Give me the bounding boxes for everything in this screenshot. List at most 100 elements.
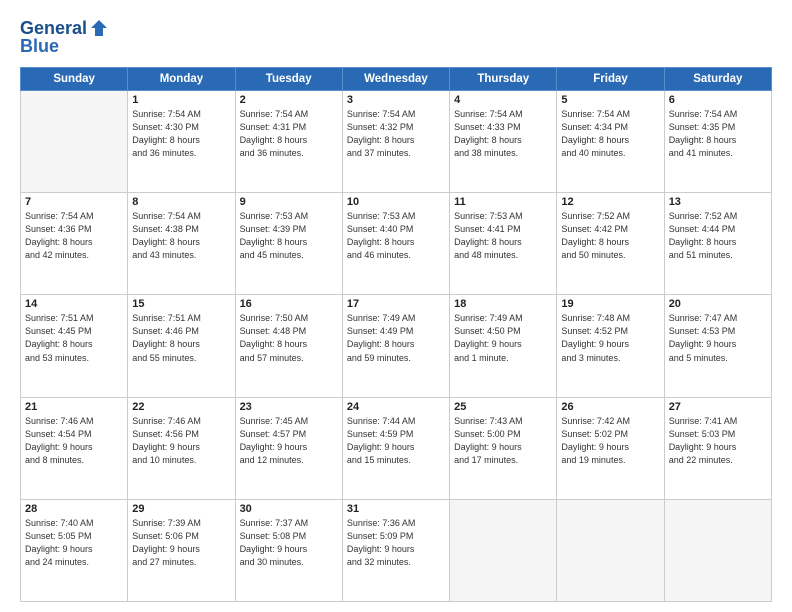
day-info: Sunrise: 7:42 AMSunset: 5:02 PMDaylight:… [561, 415, 659, 467]
day-cell: 18Sunrise: 7:49 AMSunset: 4:50 PMDayligh… [450, 295, 557, 397]
day-info: Sunrise: 7:36 AMSunset: 5:09 PMDaylight:… [347, 517, 445, 569]
day-number: 5 [561, 94, 659, 106]
header: General Blue [20, 18, 772, 57]
day-info: Sunrise: 7:40 AMSunset: 5:05 PMDaylight:… [25, 517, 123, 569]
day-info: Sunrise: 7:51 AMSunset: 4:45 PMDaylight:… [25, 312, 123, 364]
day-cell: 31 Sunrise: 7:36 AMSunset: 5:09 PMDayligh… [342, 499, 449, 601]
day-cell: 4 Sunrise: 7:54 AMSunset: 4:33 PMDaylight… [450, 91, 557, 193]
day-info: Sunrise: 7:43 AMSunset: 5:00 PMDaylight:… [454, 415, 552, 467]
day-number: 10 [347, 196, 445, 208]
day-info: Sunrise: 7:52 AMSunset: 4:42 PMDaylight:… [561, 210, 659, 262]
day-number: 30 [240, 503, 338, 515]
day-cell: 13 Sunrise: 7:52 AMSunset: 4:44 PMDayligh… [664, 193, 771, 295]
day-number: 3 [347, 94, 445, 106]
day-cell: 20Sunrise: 7:47 AMSunset: 4:53 PMDayligh… [664, 295, 771, 397]
day-cell: 29 Sunrise: 7:39 AMSunset: 5:06 PMDayligh… [128, 499, 235, 601]
day-number: 11 [454, 196, 552, 208]
day-cell: 6Sunrise: 7:54 AMSunset: 4:35 PMDaylight… [664, 91, 771, 193]
day-cell: 28 Sunrise: 7:40 AMSunset: 5:05 PMDayligh… [21, 499, 128, 601]
day-number: 12 [561, 196, 659, 208]
day-cell: 23 Sunrise: 7:45 AMSunset: 4:57 PMDayligh… [235, 397, 342, 499]
day-cell: 1Sunrise: 7:54 AMSunset: 4:30 PMDaylight… [128, 91, 235, 193]
day-info: Sunrise: 7:46 AMSunset: 4:56 PMDaylight:… [132, 415, 230, 467]
weekday-header-tuesday: Tuesday [235, 68, 342, 91]
day-info: Sunrise: 7:39 AMSunset: 5:06 PMDaylight:… [132, 517, 230, 569]
day-info: Sunrise: 7:54 AMSunset: 4:36 PMDaylight:… [25, 210, 123, 262]
day-cell: 12 Sunrise: 7:52 AMSunset: 4:42 PMDayligh… [557, 193, 664, 295]
day-cell: 15 Sunrise: 7:51 AMSunset: 4:46 PMDayligh… [128, 295, 235, 397]
day-info: Sunrise: 7:45 AMSunset: 4:57 PMDaylight:… [240, 415, 338, 467]
logo-general: General [20, 19, 87, 37]
day-info: Sunrise: 7:54 AMSunset: 4:34 PMDaylight:… [561, 108, 659, 160]
day-info: Sunrise: 7:53 AMSunset: 4:39 PMDaylight:… [240, 210, 338, 262]
day-number: 24 [347, 401, 445, 413]
logo: General Blue [20, 18, 109, 57]
day-number: 27 [669, 401, 767, 413]
day-number: 13 [669, 196, 767, 208]
day-cell: 9 Sunrise: 7:53 AMSunset: 4:39 PMDaylight… [235, 193, 342, 295]
day-cell: 25Sunrise: 7:43 AMSunset: 5:00 PMDayligh… [450, 397, 557, 499]
day-number: 14 [25, 298, 123, 310]
day-info: Sunrise: 7:37 AMSunset: 5:08 PMDaylight:… [240, 517, 338, 569]
day-cell [21, 91, 128, 193]
day-number: 28 [25, 503, 123, 515]
day-cell [557, 499, 664, 601]
day-number: 19 [561, 298, 659, 310]
day-number: 29 [132, 503, 230, 515]
day-cell: 24 Sunrise: 7:44 AMSunset: 4:59 PMDayligh… [342, 397, 449, 499]
day-info: Sunrise: 7:41 AMSunset: 5:03 PMDaylight:… [669, 415, 767, 467]
day-number: 26 [561, 401, 659, 413]
day-number: 22 [132, 401, 230, 413]
day-info: Sunrise: 7:46 AMSunset: 4:54 PMDaylight:… [25, 415, 123, 467]
day-number: 2 [240, 94, 338, 106]
day-cell: 11Sunrise: 7:53 AMSunset: 4:41 PMDayligh… [450, 193, 557, 295]
day-number: 15 [132, 298, 230, 310]
weekday-header-wednesday: Wednesday [342, 68, 449, 91]
day-info: Sunrise: 7:54 AMSunset: 4:31 PMDaylight:… [240, 108, 338, 160]
day-info: Sunrise: 7:54 AMSunset: 4:32 PMDaylight:… [347, 108, 445, 160]
day-number: 31 [347, 503, 445, 515]
day-number: 21 [25, 401, 123, 413]
logo-icon [89, 18, 109, 38]
day-cell: 17Sunrise: 7:49 AMSunset: 4:49 PMDayligh… [342, 295, 449, 397]
weekday-header-monday: Monday [128, 68, 235, 91]
day-info: Sunrise: 7:48 AMSunset: 4:52 PMDaylight:… [561, 312, 659, 364]
day-info: Sunrise: 7:51 AMSunset: 4:46 PMDaylight:… [132, 312, 230, 364]
day-info: Sunrise: 7:52 AMSunset: 4:44 PMDaylight:… [669, 210, 767, 262]
day-number: 6 [669, 94, 767, 106]
day-info: Sunrise: 7:44 AMSunset: 4:59 PMDaylight:… [347, 415, 445, 467]
calendar: SundayMondayTuesdayWednesdayThursdayFrid… [20, 67, 772, 602]
day-number: 23 [240, 401, 338, 413]
logo-blue: Blue [20, 36, 59, 57]
day-cell: 3 Sunrise: 7:54 AMSunset: 4:32 PMDaylight… [342, 91, 449, 193]
day-cell: 21 Sunrise: 7:46 AMSunset: 4:54 PMDayligh… [21, 397, 128, 499]
weekday-header-friday: Friday [557, 68, 664, 91]
day-cell: 22 Sunrise: 7:46 AMSunset: 4:56 PMDayligh… [128, 397, 235, 499]
day-info: Sunrise: 7:54 AMSunset: 4:38 PMDaylight:… [132, 210, 230, 262]
weekday-header-thursday: Thursday [450, 68, 557, 91]
day-cell: 27 Sunrise: 7:41 AMSunset: 5:03 PMDayligh… [664, 397, 771, 499]
week-row-3: 14 Sunrise: 7:51 AMSunset: 4:45 PMDayligh… [21, 295, 772, 397]
day-cell: 10 Sunrise: 7:53 AMSunset: 4:40 PMDayligh… [342, 193, 449, 295]
day-cell [664, 499, 771, 601]
day-number: 16 [240, 298, 338, 310]
day-number: 17 [347, 298, 445, 310]
logo-text: General [20, 18, 109, 38]
day-info: Sunrise: 7:54 AMSunset: 4:30 PMDaylight:… [132, 108, 230, 160]
day-info: Sunrise: 7:54 AMSunset: 4:33 PMDaylight:… [454, 108, 552, 160]
day-cell: 30 Sunrise: 7:37 AMSunset: 5:08 PMDayligh… [235, 499, 342, 601]
day-cell: 19 Sunrise: 7:48 AMSunset: 4:52 PMDayligh… [557, 295, 664, 397]
week-row-5: 28 Sunrise: 7:40 AMSunset: 5:05 PMDayligh… [21, 499, 772, 601]
week-row-2: 7Sunrise: 7:54 AMSunset: 4:36 PMDaylight… [21, 193, 772, 295]
day-cell: 5 Sunrise: 7:54 AMSunset: 4:34 PMDaylight… [557, 91, 664, 193]
day-cell: 16Sunrise: 7:50 AMSunset: 4:48 PMDayligh… [235, 295, 342, 397]
day-cell: 8Sunrise: 7:54 AMSunset: 4:38 PMDaylight… [128, 193, 235, 295]
page: General Blue SundayMondayTuesdayWednesda… [0, 0, 792, 612]
day-info: Sunrise: 7:53 AMSunset: 4:40 PMDaylight:… [347, 210, 445, 262]
day-number: 18 [454, 298, 552, 310]
day-cell: 14 Sunrise: 7:51 AMSunset: 4:45 PMDayligh… [21, 295, 128, 397]
weekday-header-sunday: Sunday [21, 68, 128, 91]
day-number: 9 [240, 196, 338, 208]
day-number: 4 [454, 94, 552, 106]
day-cell [450, 499, 557, 601]
